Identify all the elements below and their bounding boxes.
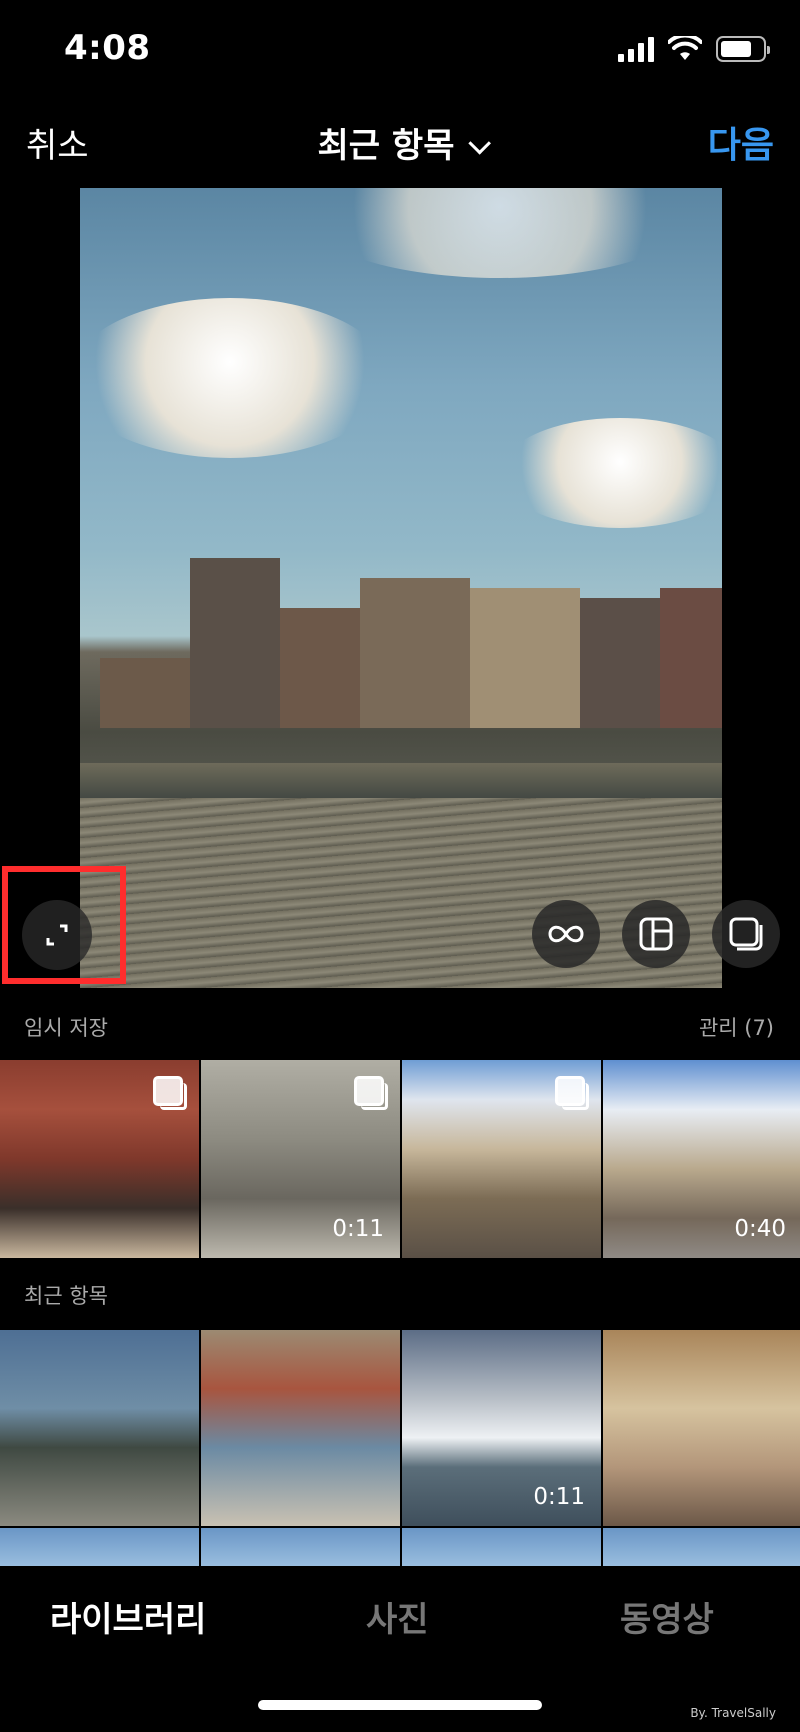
cloud-shape <box>80 298 390 458</box>
multi-select-icon <box>354 1076 388 1110</box>
chevron-down-icon <box>468 132 492 155</box>
cityscape <box>80 548 722 728</box>
layout-button[interactable] <box>622 900 690 968</box>
cellular-signal-icon <box>618 36 654 62</box>
recent-thumbnail[interactable] <box>0 1330 199 1526</box>
multi-select-icon <box>555 1076 589 1110</box>
status-bar: 4:08 <box>0 0 800 100</box>
tab-video[interactable]: 동영상 <box>620 1592 714 1641</box>
multiple-select-icon <box>729 917 763 951</box>
recent-thumbnail[interactable]: 0:11 <box>402 1330 601 1526</box>
tab-photo[interactable]: 사진 <box>366 1592 429 1641</box>
next-button[interactable]: 다음 <box>708 116 774 168</box>
draft-thumbnail[interactable]: 0:11 <box>201 1060 400 1258</box>
home-indicator[interactable] <box>258 1700 542 1710</box>
recent-label: 최근 항목 <box>24 1284 108 1308</box>
draft-thumbnail[interactable] <box>402 1060 601 1258</box>
header: 취소 최근 항목 다음 <box>0 100 800 188</box>
photo-preview[interactable] <box>80 188 722 988</box>
watermark: By. TravelSally <box>690 1706 776 1720</box>
video-duration: 0:11 <box>533 1484 585 1510</box>
recent-thumbnail[interactable] <box>603 1330 800 1526</box>
recent-grid-next-row <box>0 1528 800 1568</box>
recent-grid: 0:11 <box>0 1330 800 1526</box>
battery-icon <box>716 36 770 62</box>
recent-thumbnail[interactable] <box>0 1528 199 1568</box>
recent-thumbnail[interactable] <box>402 1528 601 1568</box>
recent-thumbnail[interactable] <box>201 1528 400 1568</box>
recent-thumbnail[interactable] <box>201 1330 400 1526</box>
manage-drafts-button[interactable]: 관리 (7) <box>699 1012 774 1042</box>
tab-library[interactable]: 라이브러리 <box>50 1592 206 1641</box>
album-selector[interactable]: 최근 항목 <box>0 118 800 167</box>
cloud-shape <box>500 418 722 528</box>
battery-level <box>721 41 751 57</box>
draft-thumbnail[interactable]: 0:40 <box>603 1060 800 1258</box>
video-duration: 0:11 <box>332 1216 384 1242</box>
bottom-tab-bar: 라이브러리 사진 동영상 <box>0 1566 800 1666</box>
layout-grid-icon <box>639 917 673 951</box>
boomerang-button[interactable] <box>532 900 600 968</box>
status-icons <box>618 36 770 62</box>
multi-select-icon <box>153 1076 187 1110</box>
draft-thumbnail[interactable] <box>0 1060 199 1258</box>
drafts-label: 임시 저장 <box>24 1016 108 1040</box>
expand-icon <box>46 924 68 946</box>
infinity-icon <box>548 925 584 943</box>
video-duration: 0:40 <box>734 1216 786 1242</box>
canal-water <box>80 798 722 988</box>
album-title: 최근 항목 <box>317 126 455 166</box>
quay <box>80 763 722 803</box>
expand-aspect-button[interactable] <box>22 900 92 970</box>
cloud-shape <box>310 188 690 278</box>
wifi-icon <box>668 36 702 60</box>
select-multiple-button[interactable] <box>712 900 780 968</box>
drafts-grid: 0:11 0:40 <box>0 1060 800 1258</box>
status-time: 4:08 <box>64 28 151 68</box>
recent-thumbnail[interactable] <box>603 1528 800 1568</box>
